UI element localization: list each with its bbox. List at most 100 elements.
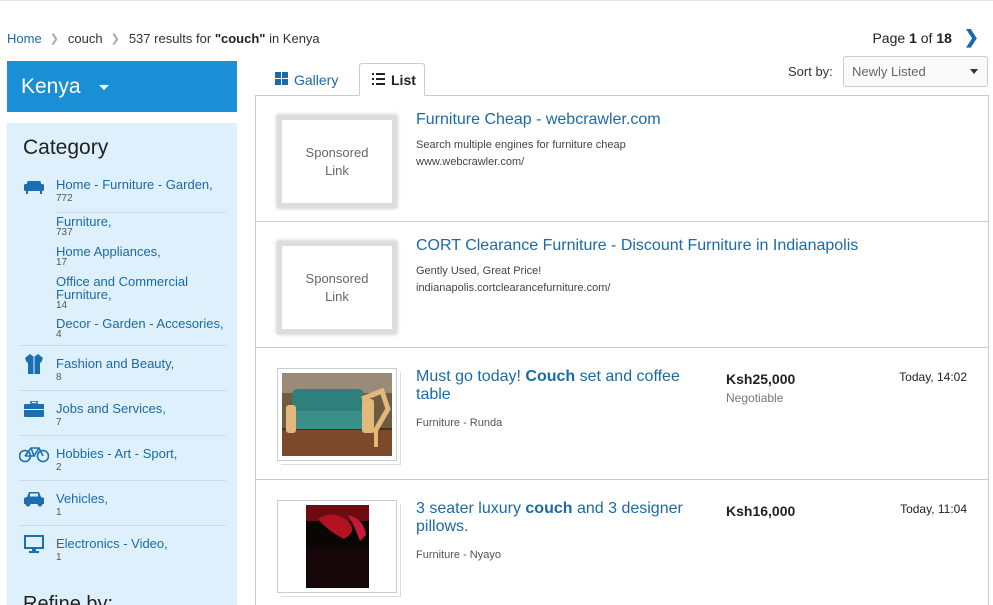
listing-title-link[interactable]: Must go today! Couch set and coffee tabl… xyxy=(416,368,706,404)
listing-title-link[interactable]: 3 seater luxury couch and 3 designer pil… xyxy=(416,500,706,536)
couch-photo-image xyxy=(278,501,396,592)
listing-location: Furniture - Nyayo xyxy=(416,549,501,561)
caret-down-icon xyxy=(98,85,109,90)
subcategory-label[interactable]: Home Appliances, xyxy=(56,245,161,258)
briefcase-icon xyxy=(19,398,49,420)
tab-gallery-label: Gallery xyxy=(294,71,339,88)
category-label[interactable]: Electronics - Video, xyxy=(56,536,168,551)
category-item-electronics[interactable]: Electronics - Video, 1 xyxy=(19,533,226,571)
page-current: 1 xyxy=(909,29,917,46)
top-divider xyxy=(0,0,993,1)
country-selector[interactable]: Kenya xyxy=(7,61,237,112)
listing-photo[interactable] xyxy=(277,500,397,593)
subcategory-count: 14 xyxy=(56,300,68,311)
results-list: Sponsored Link Furniture Cheap - webcrawl… xyxy=(255,95,989,605)
category-heading: Category xyxy=(23,136,109,159)
subcategory-count: 17 xyxy=(56,257,68,268)
thumb-line2: Link xyxy=(325,288,349,304)
pagination: Page 1 of 18 ❯ xyxy=(872,27,979,48)
monitor-icon xyxy=(19,533,49,555)
listing-description: Gently Used, Great Price! xyxy=(416,265,542,277)
breadcrumb-query: couch xyxy=(67,31,103,46)
sponsored-thumbnail[interactable]: Sponsored Link xyxy=(277,115,397,208)
page-of: of xyxy=(920,29,933,46)
subcategory-label-line2[interactable]: Furniture, xyxy=(56,288,188,301)
tab-gallery[interactable]: Gallery xyxy=(263,63,350,96)
divider xyxy=(19,345,226,346)
dropdown-arrow-icon xyxy=(970,69,978,74)
list-item-sponsored[interactable]: Sponsored Link Furniture Cheap - webcrawl… xyxy=(256,96,988,222)
list-item-listing[interactable]: Must go today! Couch set and coffee tabl… xyxy=(256,348,988,480)
listing-date: Today, 11:04 xyxy=(900,502,967,516)
list-item-sponsored[interactable]: Sponsored Link CORT Clearance Furniture -… xyxy=(256,222,988,348)
chevron-right-icon: ❯ xyxy=(110,33,120,45)
category-item-vehicles[interactable]: Vehicles, 1 xyxy=(19,488,226,526)
category-item-home-furniture-garden[interactable]: Home - Furniture - Garden, 772 xyxy=(19,175,226,213)
subcategory-item-furniture[interactable]: Furniture, 737 xyxy=(56,215,112,238)
breadcrumb-home-link[interactable]: Home xyxy=(7,31,42,46)
sort-select[interactable]: Newly Listed xyxy=(843,56,988,87)
car-icon xyxy=(19,488,49,510)
results-query: "couch" xyxy=(214,31,266,46)
listing-date: Today, 14:02 xyxy=(899,370,967,384)
category-label[interactable]: Hobbies - Art - Sport, xyxy=(56,446,177,461)
listing-price: Ksh16,000 xyxy=(726,503,796,519)
listing-photo[interactable] xyxy=(277,368,397,461)
listing-negotiable: Negotiable xyxy=(726,391,784,405)
breadcrumb: Home ❯ couch ❯ 537 results for "couch" i… xyxy=(7,31,320,46)
listing-url: www.webcrawler.com/ xyxy=(416,156,525,168)
results-suffix: in Kenya xyxy=(265,31,320,46)
subcategory-item-office-furniture[interactable]: Office and Commercial Furniture, 14 xyxy=(56,275,188,311)
title-pre: Must go today! xyxy=(416,368,526,385)
bicycle-icon xyxy=(19,443,49,465)
jacket-icon xyxy=(19,353,49,375)
subcategory-item-home-appliances[interactable]: Home Appliances, 17 xyxy=(56,245,161,268)
thumb-line1: Sponsored xyxy=(305,144,369,160)
category-count: 1 xyxy=(56,507,62,518)
sponsored-thumbnail[interactable]: Sponsored Link xyxy=(277,241,397,334)
category-item-fashion-beauty[interactable]: Fashion and Beauty, 8 xyxy=(19,353,226,391)
category-label[interactable]: Vehicles, xyxy=(56,491,108,506)
category-count: 7 xyxy=(56,417,62,428)
category-count: 772 xyxy=(56,193,73,204)
category-item-jobs-services[interactable]: Jobs and Services, 7 xyxy=(19,398,226,436)
page-total: 18 xyxy=(936,29,952,46)
subcategory-count: 4 xyxy=(56,329,62,340)
title-bold: couch xyxy=(525,500,573,517)
listing-description: Search multiple engines for furniture ch… xyxy=(416,139,626,151)
next-page-icon[interactable]: ❯ xyxy=(964,27,979,48)
divider xyxy=(56,212,226,213)
category-label[interactable]: Jobs and Services, xyxy=(56,401,166,416)
tab-list-label: List xyxy=(391,71,416,88)
subcategory-label[interactable]: Decor - Garden - Accesories, xyxy=(56,317,224,330)
category-count: 1 xyxy=(56,552,62,563)
couch-photo-image xyxy=(282,373,392,456)
results-prefix: 537 results for xyxy=(128,31,215,46)
category-label[interactable]: Home - Furniture - Garden, xyxy=(56,177,213,192)
listing-url: indianapolis.cortclearancefurniture.com/ xyxy=(416,282,611,294)
sofa-icon xyxy=(19,175,49,197)
category-count: 8 xyxy=(56,372,62,383)
list-icon xyxy=(372,72,385,88)
subcategory-item-decor[interactable]: Decor - Garden - Accesories, 4 xyxy=(56,317,224,340)
category-count: 2 xyxy=(56,462,62,473)
category-label[interactable]: Fashion and Beauty, xyxy=(56,356,174,371)
page-prefix: Page xyxy=(872,29,906,46)
thumb-line2: Link xyxy=(325,162,349,178)
subcategory-count: 737 xyxy=(56,227,73,238)
chevron-right-icon: ❯ xyxy=(49,33,59,45)
thumb-line1: Sponsored xyxy=(305,270,369,286)
listing-title-link[interactable]: Furniture Cheap - webcrawler.com xyxy=(416,111,661,129)
grid-icon xyxy=(275,71,288,88)
category-item-hobbies[interactable]: Hobbies - Art - Sport, 2 xyxy=(19,443,226,481)
listing-location: Furniture - Runda xyxy=(416,417,503,429)
list-item-listing[interactable]: 3 seater luxury couch and 3 designer pil… xyxy=(256,480,988,605)
sort-selected-value: Newly Listed xyxy=(852,64,926,79)
sort-label: Sort by: xyxy=(788,64,833,79)
country-label: Kenya xyxy=(21,74,81,98)
title-pre: 3 seater luxury xyxy=(416,500,526,517)
listing-title-link[interactable]: CORT Clearance Furniture - Discount Furn… xyxy=(416,237,858,255)
tab-list[interactable]: List xyxy=(359,63,425,96)
results-count: 537 results for "couch" in Kenya xyxy=(129,31,320,46)
refine-heading: Refine by: xyxy=(23,593,114,605)
